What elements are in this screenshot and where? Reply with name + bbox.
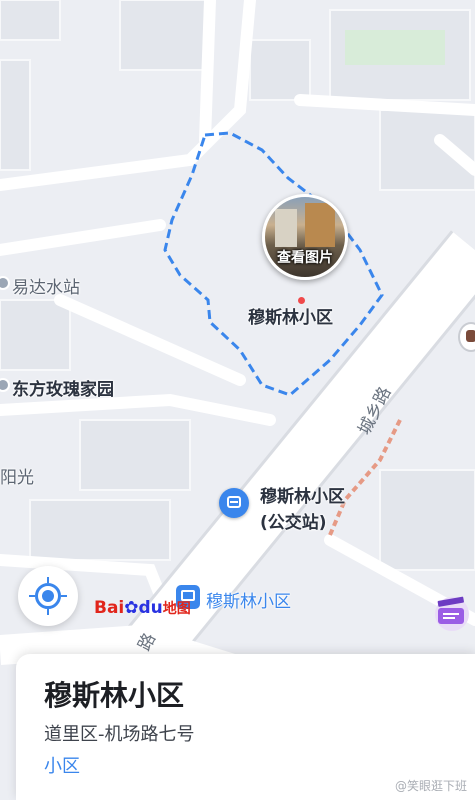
road: [54, 294, 246, 386]
bus-stop-icon[interactable]: [219, 488, 249, 518]
park-area: [345, 30, 445, 65]
map-block: [0, 299, 71, 371]
place-address: 道里区-机场路七号: [44, 724, 195, 745]
bus-stop-2-name[interactable]: 穆斯林小区: [206, 587, 291, 612]
map-block: [379, 469, 475, 571]
map-block: [0, 0, 61, 41]
baidu-map-logo: Bai✿du地图: [94, 598, 191, 618]
clapperboard-icon[interactable]: [428, 592, 470, 632]
place-category[interactable]: 小区: [44, 752, 80, 778]
map-block: [119, 0, 211, 71]
map-block: [249, 39, 311, 101]
road: [0, 393, 276, 426]
paw-icon: ✿: [124, 598, 139, 618]
road: [0, 219, 166, 256]
photo-marker[interactable]: 查看图片: [262, 194, 348, 280]
bus-stop-name[interactable]: 穆斯林小区: [260, 482, 345, 507]
poi-label-rose-garden[interactable]: 东方玫瑰家园: [12, 375, 114, 400]
view-photos-label: 查看图片: [277, 250, 333, 266]
photo-thumbnail-building: [305, 203, 335, 247]
photo-thumbnail: [275, 209, 297, 247]
poi-label-water-station[interactable]: 易达水站: [12, 273, 80, 298]
watermark: @笑眼逛下班: [394, 779, 467, 793]
road: [294, 94, 475, 116]
poi-label-sunshine[interactable]: 阳光: [0, 463, 34, 488]
bus-stop-type: (公交站): [260, 513, 327, 533]
place-title: 穆斯林小区: [44, 679, 185, 712]
area-name-label[interactable]: 穆斯林小区: [248, 303, 333, 328]
road: [199, 0, 216, 146]
map-block: [29, 499, 171, 561]
locate-me-button[interactable]: [18, 566, 78, 626]
map-block: [0, 59, 31, 171]
map-block: [79, 419, 191, 491]
